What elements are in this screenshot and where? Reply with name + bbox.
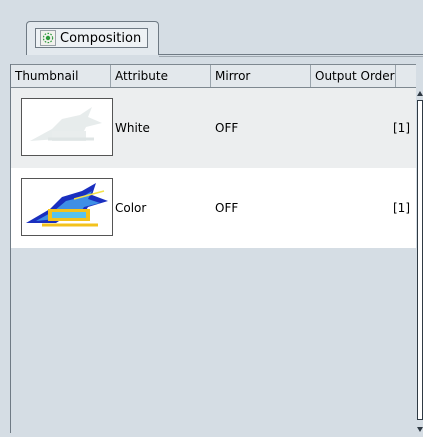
table-row[interactable]: Color OFF [1]: [11, 168, 416, 248]
tab-composition[interactable]: Composition: [26, 21, 159, 55]
mirror-cell: OFF: [215, 121, 239, 135]
table-header: Thumbnail Attribute Mirror Output Order: [11, 64, 416, 88]
white-thumbnail: [21, 98, 113, 156]
column-header-mirror[interactable]: Mirror: [211, 65, 311, 87]
mirror-cell: OFF: [215, 201, 239, 215]
vertical-scrollbar[interactable]: [416, 88, 423, 433]
tab-composition-inner[interactable]: Composition: [35, 28, 148, 48]
column-header-attribute[interactable]: Attribute: [111, 65, 211, 87]
tab-divider-shadow: [159, 56, 423, 57]
column-header-thumbnail[interactable]: Thumbnail: [11, 65, 111, 87]
scroll-down-icon[interactable]: [416, 423, 423, 433]
attribute-cell: White: [115, 121, 150, 135]
tab-divider: [159, 54, 423, 55]
table-empty-area: [11, 248, 416, 433]
thumbnail-cell: [11, 168, 113, 248]
scrollbar-thumb[interactable]: [417, 100, 423, 420]
color-thumbnail: [21, 178, 113, 236]
output-order-cell: [1]: [393, 121, 410, 135]
table-row[interactable]: White OFF [1]: [11, 88, 416, 168]
tab-strip: Composition: [0, 0, 423, 60]
attribute-cell: Color: [115, 201, 147, 215]
thumbnail-cell: [11, 88, 113, 168]
column-header-output-order[interactable]: Output Order: [311, 65, 396, 87]
composition-icon: [40, 30, 56, 46]
tab-composition-label: Composition: [60, 30, 142, 46]
output-order-cell: [1]: [393, 201, 410, 215]
composition-table-panel: Thumbnail Attribute Mirror Output Order …: [10, 64, 423, 433]
scroll-up-icon[interactable]: [416, 88, 423, 98]
